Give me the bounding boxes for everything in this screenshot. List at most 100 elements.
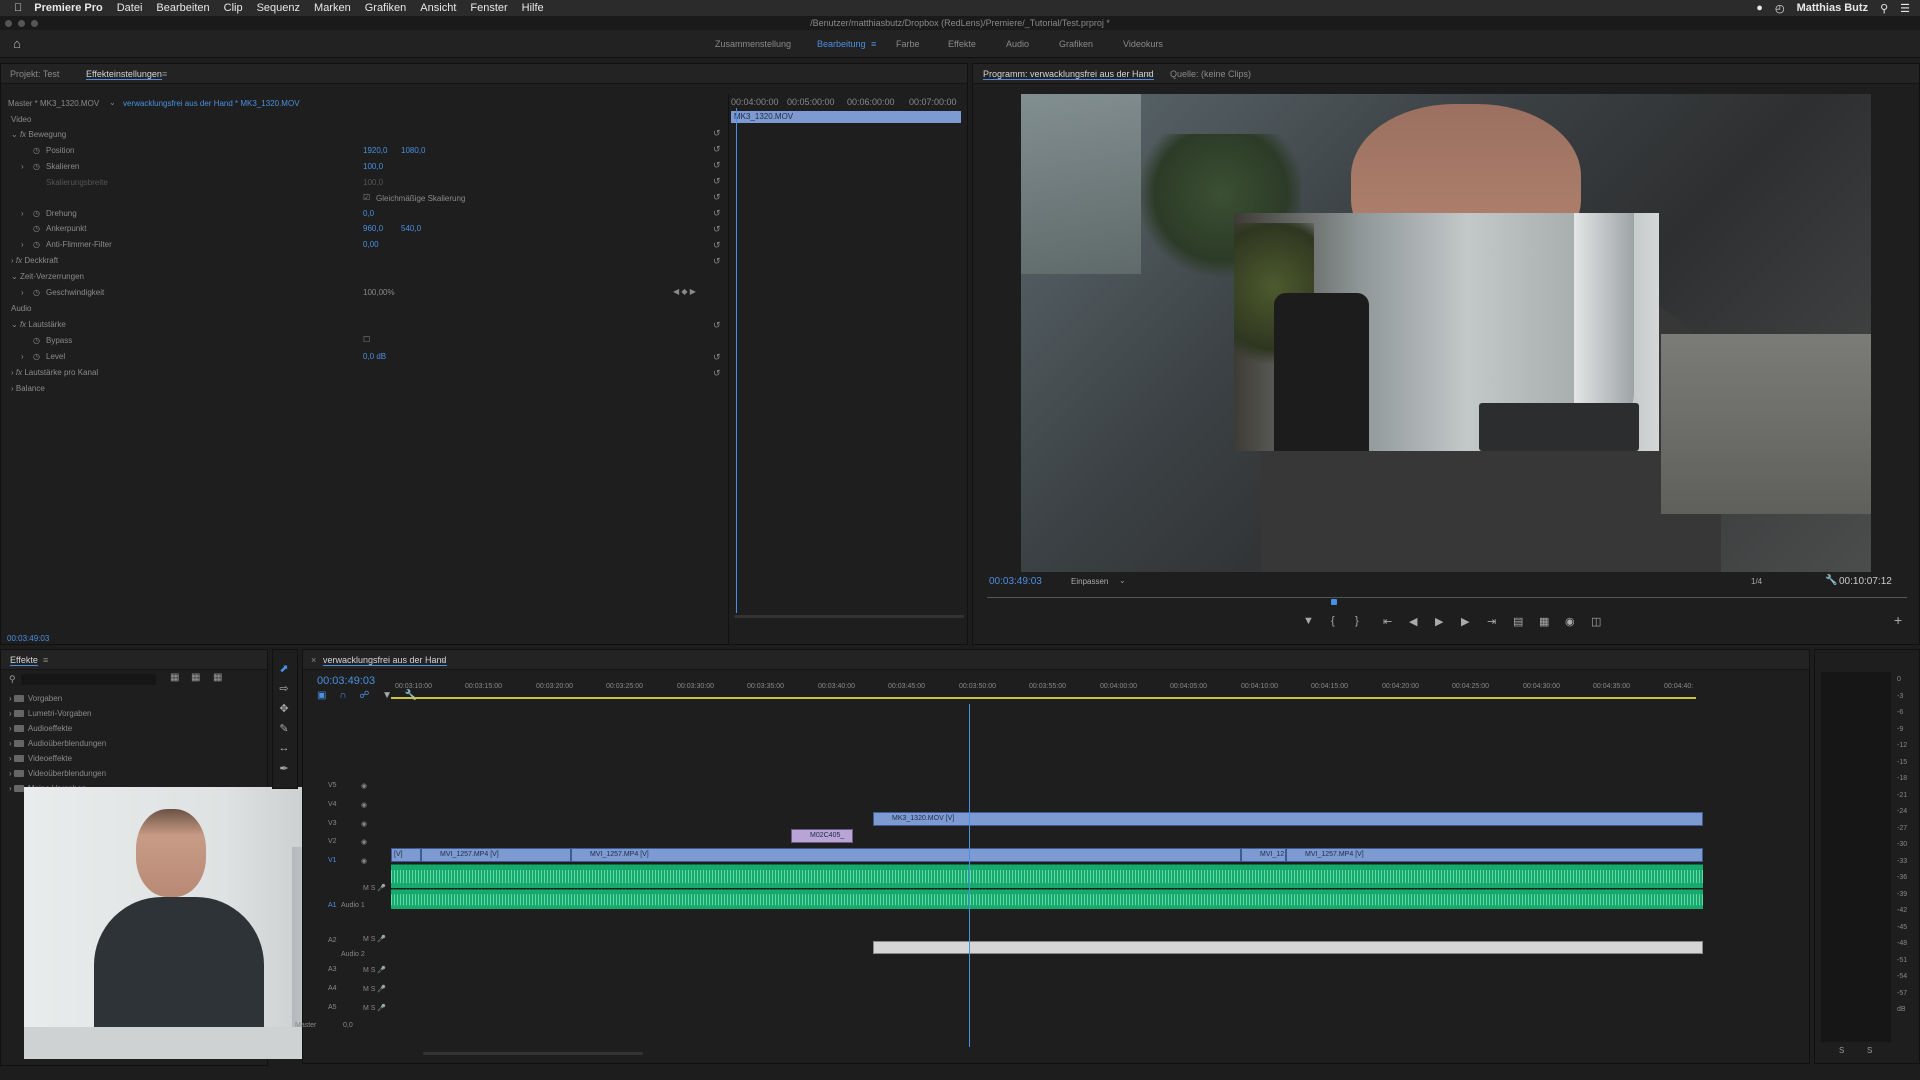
track-label-a4[interactable]: A4 bbox=[328, 985, 337, 992]
track-select-tool-icon[interactable]: ⇨ bbox=[277, 682, 291, 696]
tab-effects[interactable]: Effekte bbox=[10, 655, 38, 666]
audio-clip-a3[interactable] bbox=[873, 941, 1703, 954]
level-expand-icon[interactable]: › bbox=[21, 352, 24, 361]
mic-icon[interactable]: M S 🎤 bbox=[363, 935, 386, 943]
close-icon[interactable]: × bbox=[311, 655, 316, 665]
clip-v1-a[interactable]: [V] bbox=[391, 848, 421, 862]
step-forward-icon[interactable]: ▶ bbox=[1461, 615, 1469, 628]
reset-icon[interactable]: ↺ bbox=[713, 144, 721, 155]
scale-expand-icon[interactable]: › bbox=[21, 162, 24, 171]
track-label-a3[interactable]: A3 bbox=[328, 966, 337, 973]
razor-tool-icon[interactable]: ✎ bbox=[277, 722, 291, 736]
anchor-y-value[interactable]: 540,0 bbox=[401, 224, 421, 233]
timeline-timecode[interactable]: 00:03:49:03 bbox=[317, 675, 375, 687]
resolution-dropdown[interactable]: 1/4 bbox=[1751, 577, 1762, 586]
rotation-expand-icon[interactable]: › bbox=[21, 209, 24, 218]
lift-icon[interactable]: ▤ bbox=[1513, 615, 1523, 628]
mic-icon[interactable]: M S 🎤 bbox=[363, 1004, 386, 1012]
comparison-view-icon[interactable]: ◫ bbox=[1591, 615, 1601, 628]
solo-left-button[interactable]: S bbox=[1839, 1046, 1844, 1055]
clock-icon[interactable]: ◴ bbox=[1775, 2, 1785, 15]
zoom-window-button[interactable] bbox=[31, 20, 38, 27]
wrench-icon[interactable]: 🔧 bbox=[1825, 575, 1837, 586]
snap-icon[interactable]: ∩ bbox=[339, 690, 346, 701]
mark-in-icon[interactable]: { bbox=[1331, 615, 1335, 627]
workspace-videokurs[interactable]: Videokurs bbox=[1123, 39, 1163, 49]
stopwatch-icon[interactable]: ◷ bbox=[33, 209, 40, 218]
eye-icon[interactable]: ◉ bbox=[361, 838, 367, 846]
menu-marken[interactable]: Marken bbox=[314, 2, 351, 14]
user-name[interactable]: Matthias Butz bbox=[1797, 2, 1869, 14]
work-area-bar[interactable] bbox=[391, 697, 1696, 699]
linked-selection-icon[interactable]: ☍ bbox=[359, 690, 369, 701]
workspace-zusammenstellung[interactable]: Zusammenstellung bbox=[715, 39, 791, 49]
extract-icon[interactable]: ▦ bbox=[1539, 615, 1549, 628]
tab-effect-controls[interactable]: Effekteinstellungen bbox=[86, 69, 162, 80]
home-icon[interactable]: ⌂ bbox=[13, 36, 21, 51]
fx-time-remap-label[interactable]: ⌄ Zeit-Verzerrungen bbox=[11, 272, 84, 281]
panel-menu-icon[interactable]: ≡ bbox=[162, 69, 167, 79]
stopwatch-icon[interactable]: ◷ bbox=[33, 240, 40, 249]
fx-balance-label[interactable]: › Balance bbox=[11, 384, 45, 393]
slip-tool-icon[interactable]: ↔ bbox=[277, 742, 291, 756]
effects-folder-audiouberblendungen[interactable]: › Audioüberblendungen bbox=[9, 739, 106, 748]
flicker-expand-icon[interactable]: › bbox=[21, 240, 24, 249]
stopwatch-icon[interactable]: ◷ bbox=[33, 336, 40, 345]
new-bin-icon[interactable]: ▦ bbox=[213, 672, 222, 683]
search-icon[interactable]: ⚲ bbox=[1880, 2, 1888, 15]
rotation-value[interactable]: 0,0 bbox=[363, 209, 374, 218]
workspace-effekte[interactable]: Effekte bbox=[948, 39, 976, 49]
track-label-v4[interactable]: V4 bbox=[328, 801, 337, 808]
selection-tool-icon[interactable]: ⬈ bbox=[277, 662, 291, 676]
go-to-in-icon[interactable]: ⇤ bbox=[1383, 615, 1392, 628]
track-label-v1[interactable]: V1 bbox=[328, 857, 337, 864]
stopwatch-icon[interactable]: ◷ bbox=[33, 352, 40, 361]
clip-v3[interactable]: MK3_1320.MOV [V] bbox=[873, 812, 1703, 826]
tab-sequence[interactable]: verwacklungsfrei aus der Hand bbox=[323, 655, 447, 666]
fx-channel-volume-label[interactable]: › fx Lautstärke pro Kanal bbox=[11, 368, 98, 377]
ripple-edit-tool-icon[interactable]: ✥ bbox=[277, 702, 291, 716]
track-label-v2[interactable]: V2 bbox=[328, 838, 337, 845]
apple-icon[interactable]:  bbox=[14, 2, 22, 14]
speed-expand-icon[interactable]: › bbox=[21, 288, 24, 297]
effects-folder-lumetri[interactable]: › Lumetri-Vorgaben bbox=[9, 709, 91, 718]
new-bin-icon[interactable]: ▦ bbox=[191, 672, 200, 683]
stopwatch-icon[interactable]: ◷ bbox=[33, 162, 40, 171]
menu-ansicht[interactable]: Ansicht bbox=[420, 2, 456, 14]
ec-playhead[interactable] bbox=[736, 108, 737, 613]
timeline-playhead[interactable] bbox=[969, 704, 970, 1047]
program-scrub-bar[interactable] bbox=[987, 597, 1907, 598]
level-value[interactable]: 0,0 dB bbox=[363, 352, 386, 361]
scale-value[interactable]: 100,0 bbox=[363, 162, 383, 171]
notification-icon[interactable]: ☰ bbox=[1900, 2, 1910, 15]
reset-icon[interactable]: ↺ bbox=[713, 256, 721, 267]
audio-clip-a1-lower[interactable] bbox=[391, 889, 1703, 909]
ec-scrollbar[interactable] bbox=[734, 615, 964, 618]
pen-tool-icon[interactable]: ✒ bbox=[277, 762, 291, 776]
program-video-frame[interactable] bbox=[1021, 94, 1871, 572]
new-bin-icon[interactable]: ▦ bbox=[170, 672, 179, 683]
chevron-down-icon[interactable]: ⌄ bbox=[109, 98, 116, 107]
go-to-out-icon[interactable]: ⇥ bbox=[1487, 615, 1496, 628]
program-playhead[interactable] bbox=[1331, 599, 1337, 605]
add-marker-icon[interactable]: ▼ bbox=[1303, 615, 1314, 627]
eye-icon[interactable]: ◉ bbox=[361, 782, 367, 790]
effects-search-input[interactable] bbox=[21, 674, 156, 685]
master-clip-label[interactable]: Master * MK3_1320.MOV bbox=[8, 99, 99, 108]
position-x-value[interactable]: 1920,0 bbox=[363, 146, 387, 155]
search-icon[interactable]: ⚲ bbox=[9, 674, 16, 685]
track-label-a5[interactable]: A5 bbox=[328, 1004, 337, 1011]
clip-v1-b[interactable]: MVI_1257.MP4 [V] bbox=[421, 848, 571, 862]
fx-opacity-label[interactable]: › fx Deckkraft bbox=[11, 256, 58, 265]
stopwatch-icon[interactable]: ◷ bbox=[33, 288, 40, 297]
mic-icon[interactable]: M S 🎤 bbox=[363, 985, 386, 993]
panel-menu-icon[interactable]: ≡ bbox=[43, 655, 48, 665]
fx-motion-label[interactable]: ⌄ fx Bewegung bbox=[11, 130, 66, 139]
menu-bearbeiten[interactable]: Bearbeiten bbox=[156, 2, 209, 14]
audio-clip-a1[interactable] bbox=[391, 864, 1703, 888]
position-y-value[interactable]: 1080,0 bbox=[401, 146, 425, 155]
reset-icon[interactable]: ↺ bbox=[713, 160, 721, 171]
menu-datei[interactable]: Datei bbox=[117, 2, 143, 14]
clip-v1-d[interactable]: MVI_12 bbox=[1241, 848, 1286, 862]
tab-program-monitor[interactable]: Programm: verwacklungsfrei aus der Hand bbox=[983, 69, 1154, 80]
